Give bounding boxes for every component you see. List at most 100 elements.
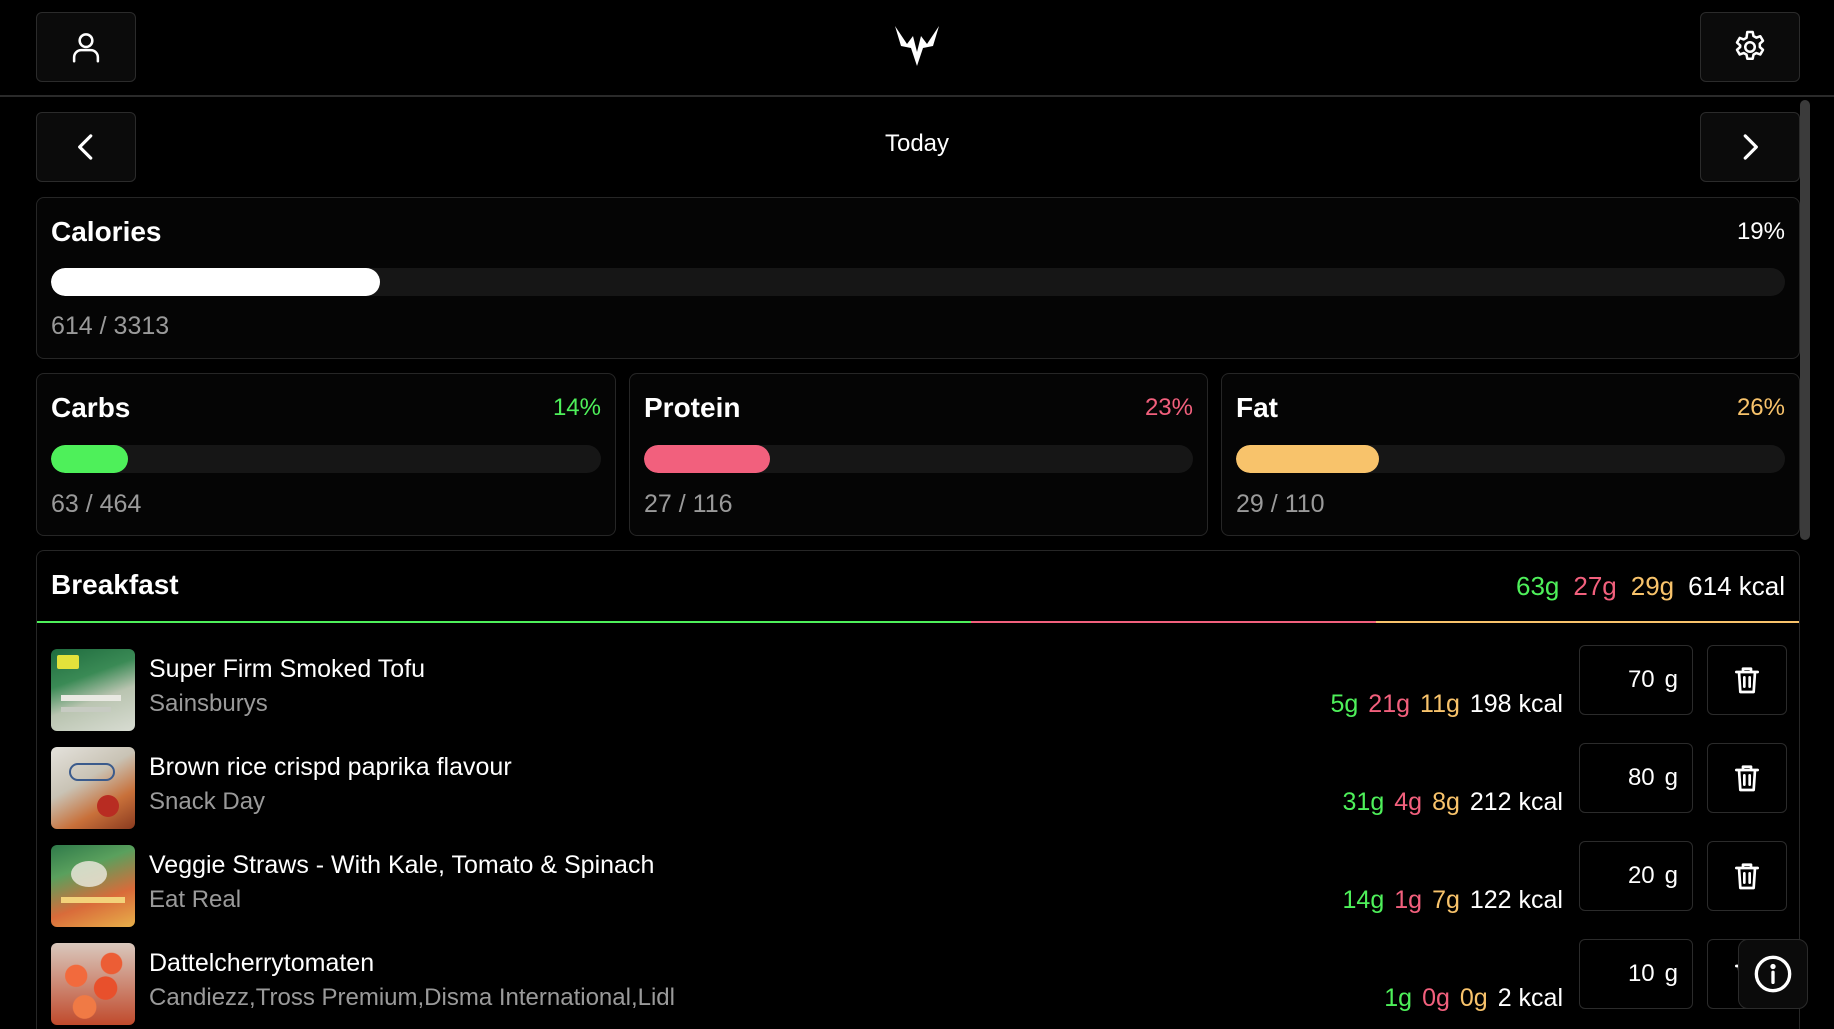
food-row[interactable]: Veggie Straws - With Kale, Tomato & Spin… [51, 841, 1787, 927]
food-carbs: 1g [1384, 984, 1413, 1012]
carbs-progress-track [51, 445, 601, 473]
food-thumbnail [51, 845, 135, 927]
meal-total-carbs: 63g [1515, 571, 1560, 601]
previous-day-button[interactable] [36, 112, 136, 182]
calories-progress-fill [51, 268, 381, 296]
date-title: Today [884, 130, 950, 157]
food-row[interactable]: Dattelcherrytomaten Candiezz,Tross Premi… [51, 939, 1787, 1025]
protein-card: Protein 23% 27 / 116 [629, 373, 1208, 536]
calories-label: Calories [51, 216, 162, 247]
carbs-amount: 63 / 464 [51, 490, 142, 518]
food-carbs: 14g [1342, 886, 1385, 914]
delete-button[interactable] [1707, 743, 1787, 813]
carbs-label: Carbs [51, 392, 131, 423]
user-icon [72, 33, 100, 63]
food-macros: 31g 4g 8g 212 kcal [1343, 788, 1563, 817]
food-thumbnail [51, 649, 135, 731]
meal-split-carbs [37, 621, 971, 623]
food-kcal: 212 kcal [1469, 788, 1563, 816]
scrollbar[interactable] [1800, 100, 1810, 540]
calories-percent: 19% [1736, 218, 1785, 245]
calories-amount: 614 / 3313 [51, 312, 170, 340]
trash-icon [1735, 667, 1759, 694]
fat-label: Fat [1236, 392, 1278, 423]
profile-button[interactable] [36, 12, 136, 82]
antlers-logo-icon [895, 26, 939, 66]
quantity-input[interactable]: 80 g [1579, 743, 1693, 813]
food-kcal: 122 kcal [1469, 886, 1563, 914]
food-protein: 0g [1422, 984, 1450, 1012]
info-button[interactable] [1738, 939, 1808, 1009]
protein-percent: 23% [1144, 394, 1193, 421]
food-thumbnail [51, 747, 135, 829]
fat-amount: 29 / 110 [1236, 490, 1325, 518]
gear-icon [1735, 30, 1765, 60]
delete-button[interactable] [1707, 841, 1787, 911]
fat-card: Fat 26% 29 / 110 [1221, 373, 1800, 536]
carbs-progress-fill [51, 445, 128, 473]
trash-icon [1735, 765, 1759, 792]
trash-icon [1735, 863, 1759, 890]
food-carbs: 31g [1342, 788, 1385, 816]
quantity-input[interactable]: 20 g [1579, 841, 1693, 911]
calories-progress-track [51, 268, 1785, 296]
food-macros: 1g 0g 0g 2 kcal [1384, 984, 1563, 1013]
carbs-percent: 14% [552, 394, 601, 421]
food-brand: Eat Real [149, 886, 242, 913]
meal-total-fat: 29g [1630, 571, 1675, 601]
meal-header[interactable]: Breakfast 63g 27g 29g 614 kcal [37, 551, 1799, 623]
delete-button[interactable] [1707, 645, 1787, 715]
food-kcal: 198 kcal [1469, 690, 1563, 718]
protein-progress-track [644, 445, 1193, 473]
fat-percent: 26% [1736, 394, 1785, 421]
food-fat: 0g [1459, 984, 1488, 1012]
food-fat: 8g [1432, 788, 1460, 816]
next-day-button[interactable] [1700, 112, 1800, 182]
food-carbs: 5g [1330, 690, 1359, 718]
meal-split-protein [970, 621, 1377, 623]
quantity-value: 80 [1627, 764, 1655, 791]
food-fat: 7g [1432, 886, 1460, 914]
chevron-left-icon [78, 134, 93, 160]
meal-title: Breakfast [51, 569, 179, 600]
meal-totals: 63g 27g 29g 614 kcal [1516, 571, 1785, 602]
chevron-right-icon [1743, 134, 1758, 160]
food-row[interactable]: Super Firm Smoked Tofu Sainsburys 5g 21g… [51, 645, 1787, 731]
food-macros: 14g 1g 7g 122 kcal [1343, 886, 1563, 915]
food-thumbnail [51, 943, 135, 1025]
meal-total-protein: 27g [1573, 571, 1617, 601]
settings-button[interactable] [1700, 12, 1800, 82]
food-protein: 4g [1394, 788, 1423, 816]
food-name: Super Firm Smoked Tofu [149, 655, 426, 683]
quantity-input[interactable]: 70 g [1579, 645, 1693, 715]
info-icon [1754, 955, 1792, 993]
carbs-card: Carbs 14% 63 / 464 [36, 373, 616, 536]
fat-progress-fill [1236, 445, 1379, 473]
meal-section-breakfast: Breakfast 63g 27g 29g 614 kcal Super Fir… [36, 550, 1800, 1029]
food-protein: 1g [1394, 886, 1423, 914]
food-name: Brown rice crispd paprika flavour [149, 753, 512, 781]
quantity-value: 20 [1627, 862, 1655, 889]
food-brand: Snack Day [149, 788, 266, 815]
quantity-input[interactable]: 10 g [1579, 939, 1693, 1009]
protein-progress-fill [644, 445, 771, 473]
food-macros: 5g 21g 11g 198 kcal [1330, 690, 1563, 719]
quantity-unit: g [1664, 960, 1678, 987]
protein-label: Protein [644, 392, 741, 423]
food-row[interactable]: Brown rice crispd paprika flavour Snack … [51, 743, 1787, 829]
food-protein: 21g [1368, 690, 1411, 718]
food-kcal: 2 kcal [1497, 984, 1563, 1012]
protein-amount: 27 / 116 [644, 490, 733, 518]
meal-total-kcal: 614 kcal [1688, 571, 1785, 601]
quantity-value: 10 [1627, 960, 1655, 987]
quantity-unit: g [1664, 764, 1678, 791]
quantity-value: 70 [1627, 666, 1655, 693]
food-name: Veggie Straws - With Kale, Tomato & Spin… [149, 851, 655, 879]
meal-macro-split-bar [37, 621, 1799, 623]
meal-split-fat [1376, 621, 1799, 623]
fat-progress-track [1236, 445, 1785, 473]
quantity-unit: g [1664, 862, 1678, 889]
food-brand: Candiezz,Tross Premium,Disma Internation… [149, 984, 675, 1011]
top-bar [0, 0, 1834, 97]
food-brand: Sainsburys [149, 690, 268, 717]
